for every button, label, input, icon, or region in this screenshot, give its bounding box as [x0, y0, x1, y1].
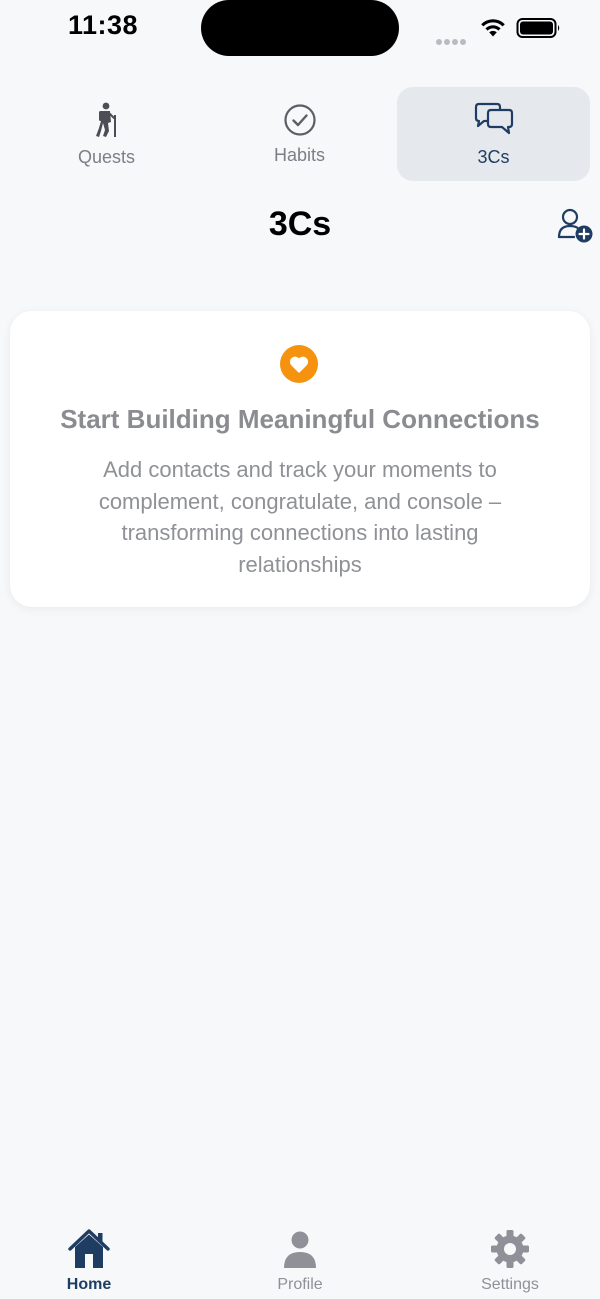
nav-settings[interactable]: Settings: [450, 1218, 570, 1299]
page-title: 3Cs: [268, 205, 332, 243]
bottom-tab-bar: Home Profile Settings: [0, 1218, 600, 1299]
hiker-icon: [95, 102, 116, 137]
tab-habits-label: Habits: [273, 145, 326, 165]
tab-quests-label: Quests: [77, 147, 136, 167]
heart-icon: [280, 345, 318, 383]
tab-quests[interactable]: Quests: [10, 87, 203, 181]
empty-state-description: Add contacts and track your moments to c…: [98, 457, 502, 577]
dynamic-island: [201, 0, 399, 56]
wifi-icon: [481, 19, 505, 37]
status-bar: 11:38: [0, 0, 600, 60]
tab-3cs[interactable]: 3Cs: [397, 87, 590, 181]
cellular-signal-icon: [436, 32, 468, 45]
add-contact-icon[interactable]: [556, 207, 596, 245]
checkmark-circle-icon: [283, 104, 316, 136]
nav-settings-label: Settings: [481, 1276, 539, 1293]
nav-profile-label: Profile: [277, 1276, 323, 1293]
empty-state-title: Start Building Meaningful Connections: [60, 404, 540, 434]
top-tab-bar: Quests Habits 3Cs: [10, 87, 590, 181]
person-icon: [284, 1231, 316, 1268]
status-time: 11:38: [68, 10, 139, 40]
chat-bubbles-icon: [474, 102, 513, 135]
nav-profile[interactable]: Profile: [240, 1218, 360, 1299]
tab-3cs-label: 3Cs: [477, 147, 510, 167]
nav-home-label: Home: [66, 1276, 112, 1293]
empty-state-card: Start Building Meaningful Connections Ad…: [10, 311, 590, 607]
nav-home[interactable]: Home: [29, 1218, 149, 1299]
battery-icon: [516, 18, 560, 38]
tab-habits[interactable]: Habits: [203, 87, 396, 181]
gear-icon: [491, 1230, 529, 1268]
home-icon: [68, 1229, 110, 1268]
